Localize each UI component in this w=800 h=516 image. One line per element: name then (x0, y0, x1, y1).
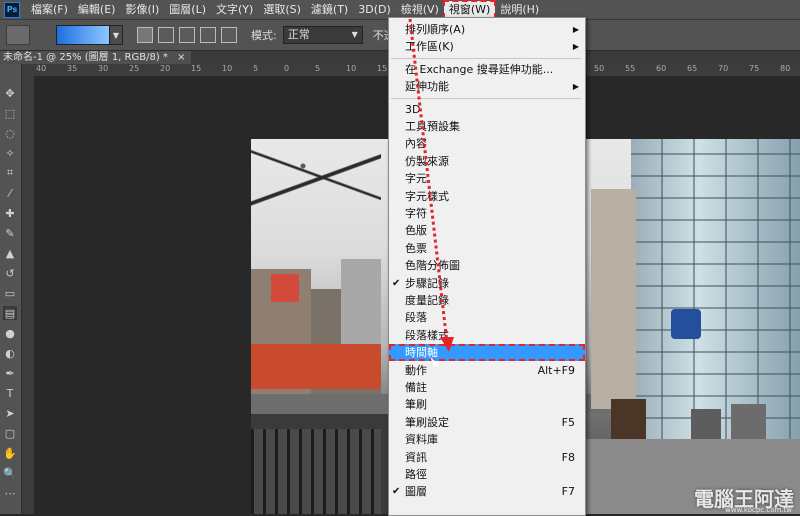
annotation-arrow (408, 18, 454, 352)
